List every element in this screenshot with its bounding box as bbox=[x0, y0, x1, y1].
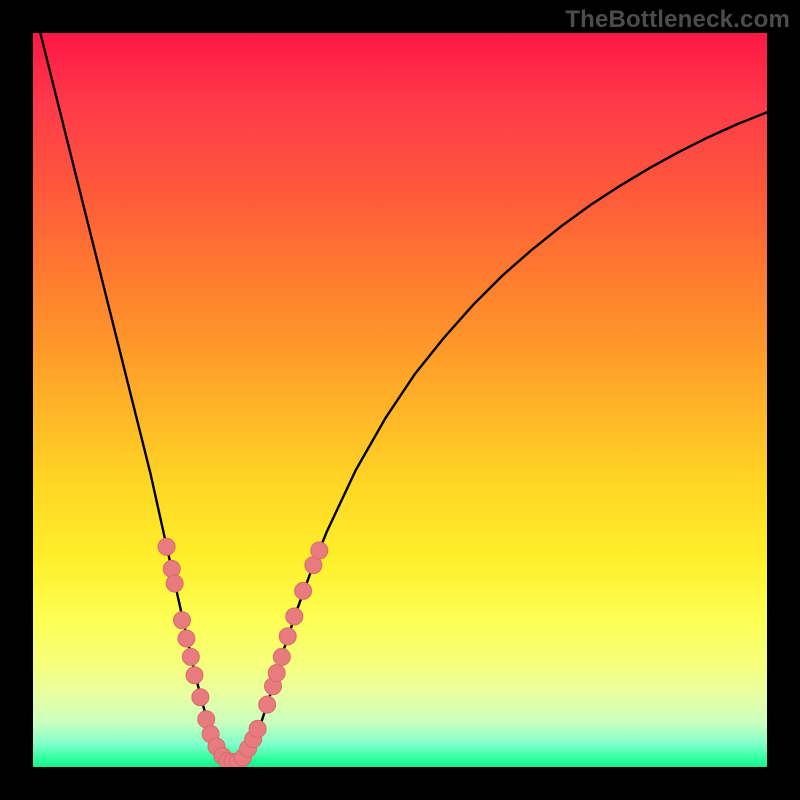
curve-marker bbox=[279, 628, 296, 645]
curve-marker bbox=[273, 648, 290, 665]
curve-marker bbox=[158, 538, 175, 555]
curve-marker bbox=[268, 665, 285, 682]
curve-marker bbox=[178, 630, 195, 647]
chart-svg bbox=[33, 33, 767, 767]
curve-marker bbox=[182, 648, 199, 665]
curve-marker bbox=[286, 608, 303, 625]
curve-marker bbox=[311, 542, 328, 559]
curve-marker bbox=[166, 575, 183, 592]
curve-marker bbox=[174, 612, 191, 629]
curve-marker bbox=[163, 560, 180, 577]
curve-marker bbox=[192, 689, 209, 706]
outer-frame: TheBottleneck.com bbox=[0, 0, 800, 800]
curve-marker bbox=[259, 696, 276, 713]
curve-marker bbox=[295, 582, 312, 599]
plot-area bbox=[33, 33, 767, 767]
bottleneck-curve bbox=[33, 33, 767, 762]
watermark-text: TheBottleneck.com bbox=[565, 6, 790, 34]
curve-markers bbox=[158, 538, 328, 767]
curve-marker bbox=[249, 720, 266, 737]
curve-marker bbox=[186, 667, 203, 684]
